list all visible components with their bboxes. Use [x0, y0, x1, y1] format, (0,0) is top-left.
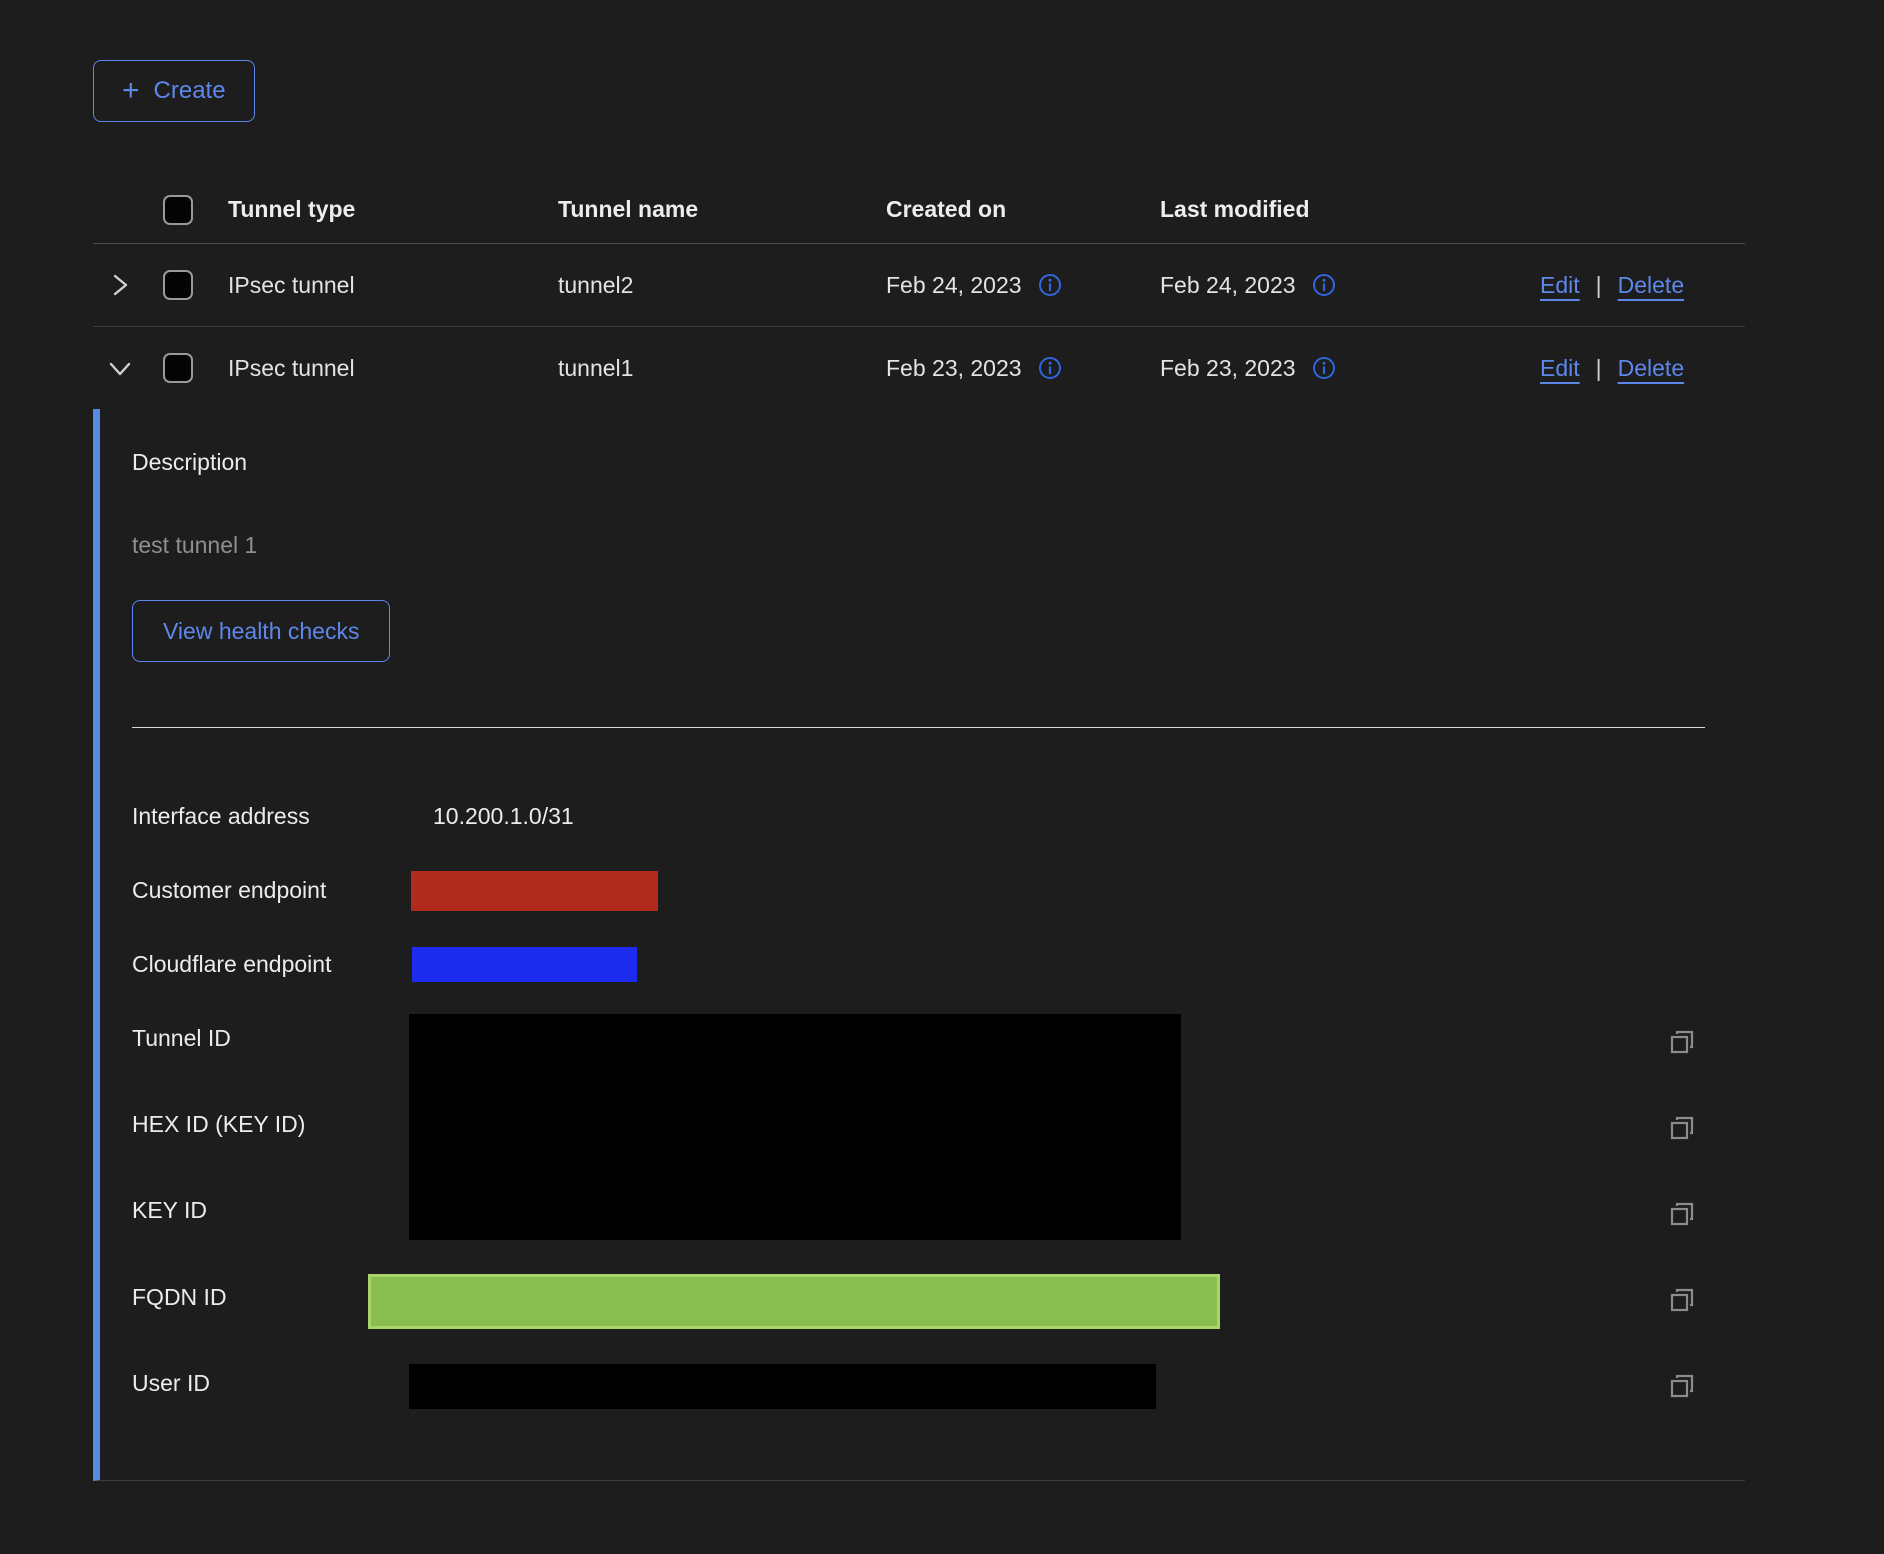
cell-last-modified: Feb 23, 2023	[1160, 355, 1296, 382]
edit-link[interactable]: Edit	[1540, 272, 1580, 299]
cell-tunnel-name: tunnel1	[558, 355, 886, 382]
cell-tunnel-name: tunnel2	[558, 272, 886, 299]
view-health-checks-label: View health checks	[163, 618, 359, 645]
cell-tunnel-type: IPsec tunnel	[228, 355, 558, 382]
section-divider	[132, 727, 1705, 728]
table-row: IPsec tunnel tunnel1 Feb 23, 2023 Feb 23…	[93, 327, 1745, 409]
chevron-right-icon[interactable]	[107, 272, 133, 298]
description-value: test tunnel 1	[132, 532, 257, 559]
copy-icon[interactable]	[1666, 1026, 1698, 1058]
detail-label: Cloudflare endpoint	[132, 951, 331, 978]
detail-label: KEY ID	[132, 1197, 207, 1224]
create-button-label: Create	[154, 77, 226, 105]
detail-label: Tunnel ID	[132, 1025, 231, 1052]
detail-label: HEX ID (KEY ID)	[132, 1111, 305, 1138]
expanded-row-panel: Description test tunnel 1 View health ch…	[93, 409, 1745, 1481]
cell-created-on: Feb 24, 2023	[886, 272, 1022, 299]
select-row-checkbox[interactable]	[163, 353, 193, 383]
header-last-modified: Last modified	[1160, 196, 1540, 223]
info-icon[interactable]	[1038, 356, 1062, 380]
detail-label: User ID	[132, 1370, 210, 1397]
tunnels-table: Tunnel type Tunnel name Created on Last …	[93, 176, 1745, 409]
delete-link[interactable]: Delete	[1618, 355, 1684, 382]
table-row: IPsec tunnel tunnel2 Feb 24, 2023 Feb 24…	[93, 244, 1745, 327]
copy-icon[interactable]	[1666, 1198, 1698, 1230]
chevron-down-icon[interactable]	[107, 355, 133, 381]
copy-icon[interactable]	[1666, 1112, 1698, 1144]
cell-tunnel-type: IPsec tunnel	[228, 272, 558, 299]
info-icon[interactable]	[1312, 273, 1336, 297]
select-all-checkbox[interactable]	[163, 195, 193, 225]
redacted-customer-endpoint	[411, 871, 658, 911]
actions-separator: |	[1596, 272, 1602, 299]
delete-link[interactable]: Delete	[1618, 272, 1684, 299]
info-icon[interactable]	[1312, 356, 1336, 380]
header-tunnel-type: Tunnel type	[228, 196, 558, 223]
cell-created-on: Feb 23, 2023	[886, 355, 1022, 382]
redacted-ids-block	[409, 1014, 1181, 1240]
select-row-checkbox[interactable]	[163, 270, 193, 300]
create-button[interactable]: + Create	[93, 60, 255, 122]
redacted-cloudflare-endpoint	[412, 947, 637, 982]
copy-icon[interactable]	[1666, 1370, 1698, 1402]
copy-icon[interactable]	[1666, 1284, 1698, 1316]
redacted-fqdn-id	[368, 1274, 1220, 1329]
table-header-row: Tunnel type Tunnel name Created on Last …	[93, 176, 1745, 244]
detail-label: FQDN ID	[132, 1284, 227, 1311]
info-icon[interactable]	[1038, 273, 1062, 297]
cell-last-modified: Feb 24, 2023	[1160, 272, 1296, 299]
header-tunnel-name: Tunnel name	[558, 196, 886, 223]
interface-address-value: 10.200.1.0/31	[433, 803, 574, 830]
view-health-checks-button[interactable]: View health checks	[132, 600, 390, 662]
redacted-user-id	[409, 1364, 1156, 1409]
actions-separator: |	[1596, 355, 1602, 382]
edit-link[interactable]: Edit	[1540, 355, 1580, 382]
plus-icon: +	[122, 76, 140, 106]
detail-label: Customer endpoint	[132, 877, 326, 904]
header-created-on: Created on	[886, 196, 1160, 223]
description-label: Description	[132, 449, 247, 476]
detail-label: Interface address	[132, 803, 310, 830]
